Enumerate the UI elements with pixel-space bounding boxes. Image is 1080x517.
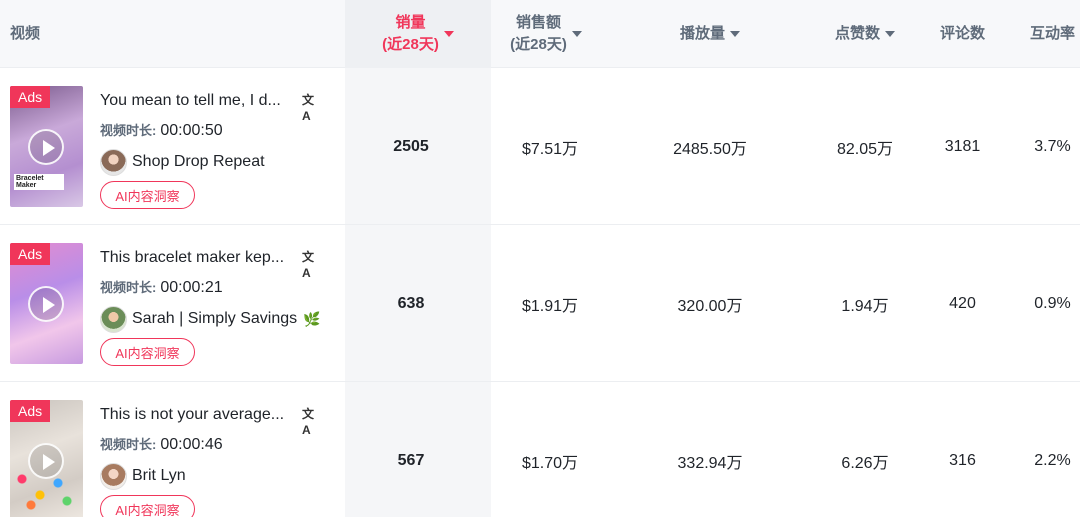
- ai-insight-button[interactable]: AI内容洞察: [100, 495, 195, 517]
- avatar: [100, 462, 127, 490]
- translate-icon[interactable]: 文A: [302, 92, 318, 123]
- creator-name: Brit Lyn: [132, 467, 186, 484]
- header-revenue-period: (近28天): [510, 36, 567, 53]
- play-icon[interactable]: [28, 286, 64, 322]
- views-value: 320.00万: [677, 297, 743, 315]
- translate-icon[interactable]: 文A: [302, 249, 318, 280]
- video-duration: 视频时长: 00:00:50: [100, 120, 223, 142]
- table-row[interactable]: Ads This is not your average... 文A 视频时长:…: [0, 382, 1080, 517]
- creator[interactable]: Shop Drop Repeat: [100, 148, 265, 176]
- views-value: 2485.50万: [673, 140, 747, 158]
- duration-label: 视频时长:: [100, 437, 157, 452]
- video-title[interactable]: This bracelet maker kep...: [100, 247, 290, 269]
- comments-value: 420: [949, 294, 976, 312]
- revenue-value: $7.51万: [521, 140, 579, 158]
- header-revenue-label: 销售额: [515, 14, 561, 31]
- ads-badge: Ads: [10, 400, 51, 422]
- header-sales-period: (近28天): [382, 36, 439, 53]
- sort-desc-icon: [443, 31, 454, 37]
- header-likes-sort[interactable]: 点赞数: [805, 0, 925, 68]
- header-engagement-label: 互动率: [1029, 25, 1075, 42]
- beads-decoration: [16, 471, 76, 511]
- header-comments: 评论数: [925, 0, 1000, 68]
- video-duration: 视频时长: 00:00:21: [100, 277, 223, 299]
- header-video: 视频: [10, 0, 50, 68]
- ai-insight-button[interactable]: AI内容洞察: [100, 181, 195, 209]
- thumbnail-caption: Bracelet Maker: [14, 174, 64, 190]
- video-thumbnail[interactable]: Ads: [10, 400, 83, 517]
- header-engagement: 互动率: [1020, 0, 1080, 68]
- sales-value: 567: [397, 451, 425, 469]
- sort-desc-icon: [885, 31, 895, 37]
- video-title[interactable]: This is not your average...: [100, 404, 290, 426]
- sort-desc-icon: [571, 31, 582, 37]
- sales-value: 638: [397, 294, 425, 312]
- header-revenue-sort[interactable]: 销售额 (近28天): [491, 0, 601, 68]
- likes-value: 1.94万: [841, 297, 889, 315]
- duration-label: 视频时长:: [100, 123, 157, 138]
- sort-desc-icon: [730, 31, 740, 37]
- video-title[interactable]: You mean to tell me, I d...: [100, 90, 290, 112]
- video-thumbnail[interactable]: Ads Bracelet Maker: [10, 86, 83, 207]
- header-comments-label: 评论数: [939, 25, 985, 42]
- duration-value: 00:00:50: [160, 122, 223, 139]
- table-header: 视频 销量 (近28天) 销售额 (近28天) 播放量 点赞数 评论数 互动率: [0, 0, 1080, 68]
- video-duration: 视频时长: 00:00:46: [100, 434, 223, 456]
- creator-name: Sarah | Simply Savings: [132, 310, 298, 327]
- avatar: [100, 305, 127, 333]
- header-sales-label: 销量: [395, 14, 426, 31]
- comments-value: 316: [949, 451, 976, 469]
- avatar: [100, 148, 127, 176]
- table-row[interactable]: Ads Bracelet Maker You mean to tell me, …: [0, 68, 1080, 225]
- duration-value: 00:00:21: [160, 279, 223, 296]
- header-video-label: 视频: [10, 25, 41, 42]
- engagement-value: 2.2%: [1034, 451, 1071, 469]
- comments-value: 3181: [944, 137, 981, 155]
- header-likes-label: 点赞数: [834, 25, 880, 42]
- ads-badge: Ads: [10, 243, 51, 265]
- header-views-sort[interactable]: 播放量: [650, 0, 770, 68]
- engagement-value: 3.7%: [1034, 137, 1071, 155]
- duration-label: 视频时长:: [100, 280, 157, 295]
- play-icon[interactable]: [28, 129, 64, 165]
- revenue-value: $1.70万: [521, 454, 579, 472]
- ads-badge: Ads: [10, 86, 51, 108]
- sales-value: 2505: [393, 137, 429, 155]
- likes-value: 82.05万: [836, 140, 894, 158]
- table-row[interactable]: Ads This bracelet maker kep... 文A 视频时长: 0…: [0, 225, 1080, 382]
- creator-name: Shop Drop Repeat: [132, 153, 265, 170]
- creator[interactable]: Sarah | Simply Savings 🌿: [100, 305, 321, 333]
- header-views-label: 播放量: [679, 25, 725, 42]
- video-thumbnail[interactable]: Ads: [10, 243, 83, 364]
- views-value: 332.94万: [677, 454, 743, 472]
- leaf-icon: 🌿: [303, 310, 321, 327]
- header-sales-sort[interactable]: 销量 (近28天): [345, 0, 491, 68]
- ai-insight-button[interactable]: AI内容洞察: [100, 338, 195, 366]
- creator[interactable]: Brit Lyn: [100, 462, 186, 490]
- engagement-value: 0.9%: [1034, 294, 1071, 312]
- duration-value: 00:00:46: [160, 436, 223, 453]
- likes-value: 6.26万: [841, 454, 889, 472]
- translate-icon[interactable]: 文A: [302, 406, 318, 437]
- revenue-value: $1.91万: [521, 297, 579, 315]
